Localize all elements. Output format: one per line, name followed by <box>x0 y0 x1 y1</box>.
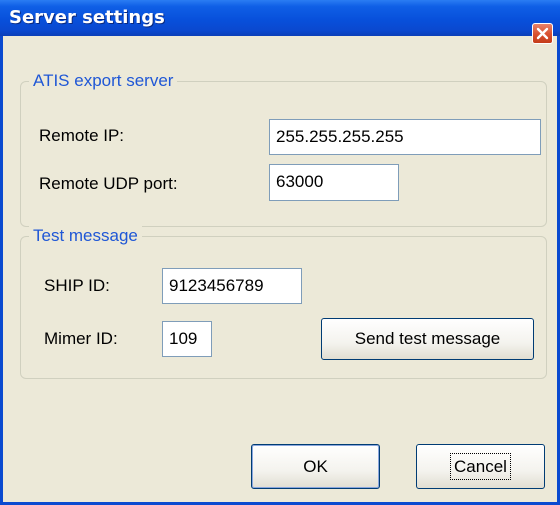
ship-id-input[interactable]: 9123456789 <box>162 268 302 304</box>
title-bar[interactable]: Server settings <box>0 0 560 44</box>
remote-udp-port-label: Remote UDP port: <box>39 174 178 193</box>
send-test-message-label: Send test message <box>354 329 501 348</box>
ship-id-label: SHIP ID: <box>44 276 110 295</box>
window-title: Server settings <box>9 7 165 28</box>
mimer-id-label: Mimer ID: <box>44 329 118 348</box>
close-button[interactable] <box>532 23 553 44</box>
cancel-button[interactable]: Cancel <box>416 444 545 489</box>
ok-button[interactable]: OK <box>251 444 380 489</box>
remote-ip-input[interactable]: 255.255.255.255 <box>269 119 541 155</box>
cancel-label: Cancel <box>450 453 511 480</box>
close-icon <box>536 27 549 40</box>
test-group-title: Test message <box>29 226 142 246</box>
server-settings-dialog: Server settings ATIS export server Remot… <box>0 0 560 505</box>
mimer-id-input[interactable]: 109 <box>162 321 212 357</box>
remote-udp-port-input[interactable]: 63000 <box>269 164 399 201</box>
ok-label: OK <box>303 457 328 476</box>
remote-ip-label: Remote IP: <box>39 126 125 145</box>
send-test-message-button[interactable]: Send test message <box>321 318 534 360</box>
atis-group-title: ATIS export server <box>29 71 178 91</box>
